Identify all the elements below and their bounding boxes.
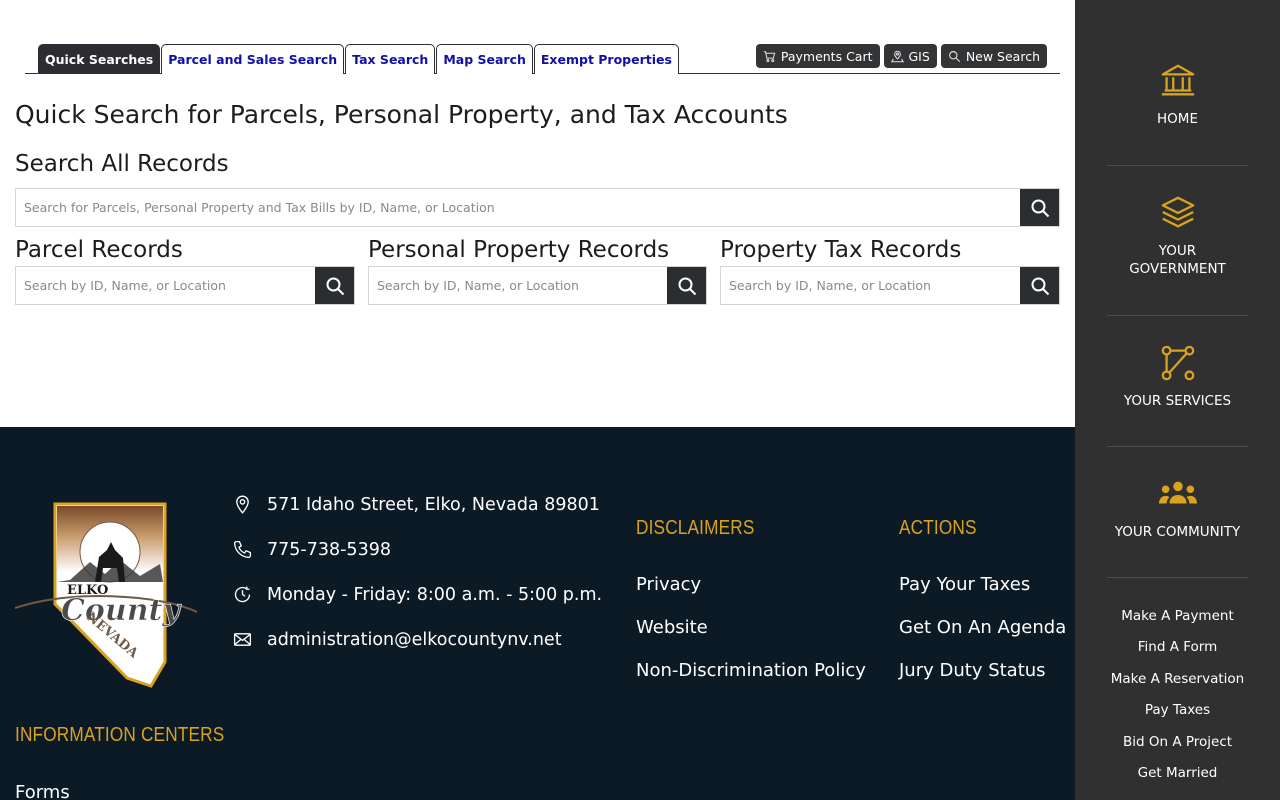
- clock-icon: [234, 586, 251, 603]
- sidebar-item-your-services[interactable]: YOUR SERVICES: [1107, 344, 1248, 410]
- search-icon: [1031, 277, 1049, 295]
- main-content: Quick Searches Parcel and Sales Search T…: [0, 0, 1075, 427]
- search-icon: [678, 277, 696, 295]
- tab-bar: Quick Searches Parcel and Sales Search T…: [25, 44, 1060, 74]
- jury-duty-status-link[interactable]: Jury Duty Status: [899, 660, 1046, 681]
- workflow-icon: [1161, 345, 1194, 381]
- cart-icon: [763, 50, 776, 62]
- tab-map-search[interactable]: Map Search: [436, 44, 533, 74]
- gis-button[interactable]: GIS: [883, 44, 937, 68]
- sidebar-item-home[interactable]: HOME: [1107, 62, 1248, 128]
- search-all-button[interactable]: [1020, 189, 1059, 226]
- phone-text: 775-738-5398: [267, 539, 391, 560]
- find-a-form-link[interactable]: Find A Form: [1075, 639, 1280, 655]
- property-tax-heading: Property Tax Records: [720, 237, 962, 263]
- parcel-search-button[interactable]: [315, 267, 354, 304]
- property-tax-search-box: [720, 266, 1060, 305]
- forms-link[interactable]: Forms: [15, 782, 70, 800]
- pay-your-taxes-link[interactable]: Pay Your Taxes: [899, 574, 1030, 595]
- privacy-link[interactable]: Privacy: [636, 574, 701, 595]
- community-people-icon: [1158, 481, 1197, 504]
- get-on-an-agenda-link[interactable]: Get On An Agenda: [899, 617, 1066, 638]
- gis-label: GIS: [908, 48, 930, 64]
- phone-icon: [233, 540, 252, 559]
- tab-exempt-properties[interactable]: Exempt Properties: [533, 44, 679, 74]
- map-pin-icon: [890, 50, 904, 62]
- contact-phone[interactable]: 775-738-5398: [232, 539, 391, 560]
- elko-county-logo: ELKO County NEVADA: [15, 502, 197, 688]
- email-text: administration@elkocountynv.net: [267, 629, 562, 650]
- payments-cart-button[interactable]: Payments Cart: [755, 44, 880, 68]
- new-search-button[interactable]: New Search: [940, 44, 1047, 68]
- courthouse-icon: [1161, 64, 1194, 96]
- sidebar-item-your-government[interactable]: YOUR GOVERNMENT: [1107, 194, 1248, 278]
- sidebar-item-your-community[interactable]: YOUR COMMUNITY: [1107, 475, 1248, 541]
- search-all-heading: Search All Records: [15, 151, 229, 177]
- property-tax-search-input[interactable]: [721, 267, 1020, 304]
- sidebar-item-home-label: HOME: [1157, 111, 1198, 127]
- location-pin-icon: [236, 495, 249, 514]
- sidebar-nav: HOME YOUR GOVERNMENT YOUR SERVICES YOUR …: [1075, 0, 1280, 800]
- sidebar-divider: [1107, 315, 1248, 316]
- page-title: Quick Search for Parcels, Personal Prope…: [15, 100, 788, 129]
- sidebar-item-your-services-label: YOUR SERVICES: [1123, 393, 1232, 409]
- sidebar-item-your-community-label: YOUR COMMUNITY: [1114, 524, 1241, 540]
- disclaimers-heading: DISCLAIMERS: [636, 517, 755, 539]
- government-line-2: GOVERNMENT: [1129, 261, 1226, 277]
- hours-text: Monday - Friday: 8:00 a.m. - 5:00 p.m.: [267, 584, 603, 605]
- government-line-1: YOUR: [1158, 243, 1197, 259]
- property-tax-search-button[interactable]: [1020, 267, 1059, 304]
- sidebar-divider: [1107, 446, 1248, 447]
- search-icon: [1031, 199, 1049, 217]
- layers-icon: [1161, 196, 1194, 228]
- toolbar: Payments Cart GIS New Search: [755, 44, 1047, 68]
- payments-cart-label: Payments Cart: [780, 48, 873, 64]
- search-tabs: Quick Searches Parcel and Sales Search T…: [38, 44, 680, 74]
- personal-property-search-box: [368, 266, 707, 305]
- tab-quick-searches[interactable]: Quick Searches: [38, 44, 161, 74]
- information-centers-heading: INFORMATION CENTERS: [15, 724, 225, 746]
- parcel-search-input[interactable]: [16, 267, 315, 304]
- footer: ELKO County NEVADA 571 Idaho Street, Elk…: [0, 427, 1075, 800]
- sidebar-item-your-government-label: YOUR GOVERNMENT: [1107, 242, 1248, 278]
- sidebar-divider: [1107, 165, 1248, 166]
- new-search-label: New Search: [965, 48, 1040, 64]
- tab-tax-search[interactable]: Tax Search: [345, 44, 436, 74]
- contact-address: 571 Idaho Street, Elko, Nevada 89801: [232, 494, 600, 515]
- address-text: 571 Idaho Street, Elko, Nevada 89801: [267, 494, 600, 515]
- contact-hours: Monday - Friday: 8:00 a.m. - 5:00 p.m.: [232, 584, 602, 605]
- get-married-link[interactable]: Get Married: [1075, 765, 1280, 781]
- search-all-input[interactable]: [16, 189, 1020, 226]
- search-all-box: [15, 188, 1060, 227]
- tab-parcel-and-sales-search[interactable]: Parcel and Sales Search: [161, 44, 345, 74]
- actions-heading: ACTIONS: [899, 517, 977, 539]
- personal-property-heading: Personal Property Records: [368, 237, 670, 263]
- search-icon: [948, 50, 960, 62]
- envelope-icon: [233, 633, 252, 646]
- website-link[interactable]: Website: [636, 617, 708, 638]
- sidebar-divider: [1107, 577, 1248, 578]
- parcel-search-box: [15, 266, 355, 305]
- make-a-reservation-link[interactable]: Make A Reservation: [1075, 671, 1280, 687]
- parcel-records-heading: Parcel Records: [15, 237, 183, 263]
- non-discrimination-policy-link[interactable]: Non-Discrimination Policy: [636, 660, 866, 681]
- contact-email[interactable]: administration@elkocountynv.net: [232, 629, 562, 650]
- bid-on-a-project-link[interactable]: Bid On A Project: [1075, 734, 1280, 750]
- personal-property-search-input[interactable]: [369, 267, 667, 304]
- personal-property-search-button[interactable]: [667, 267, 706, 304]
- search-icon: [326, 277, 344, 295]
- logo-text-middle: County: [61, 593, 182, 628]
- pay-taxes-link[interactable]: Pay Taxes: [1075, 702, 1280, 718]
- make-a-payment-link[interactable]: Make A Payment: [1075, 608, 1280, 624]
